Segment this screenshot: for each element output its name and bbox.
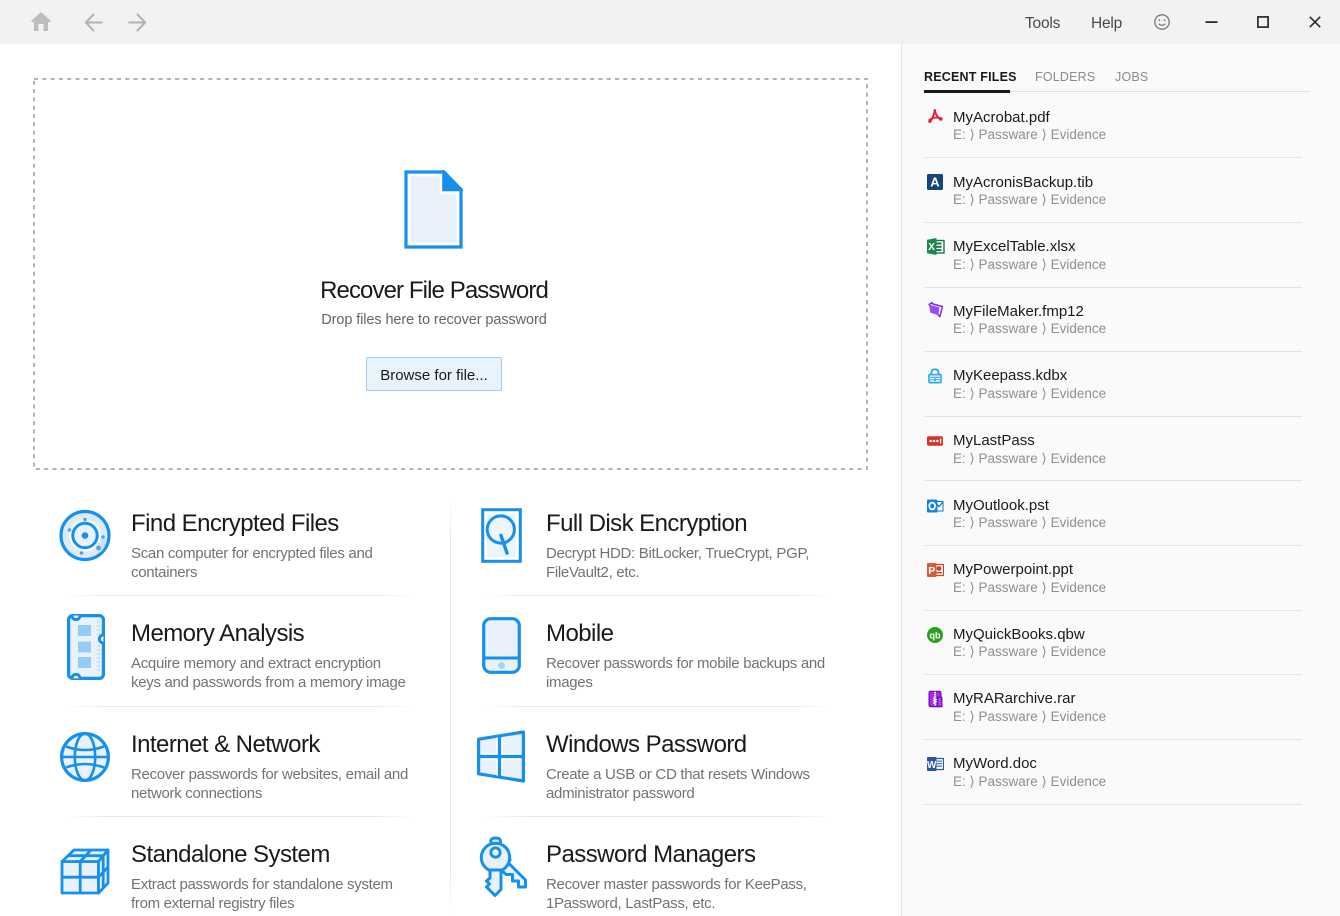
svg-text:X: X — [928, 242, 935, 253]
svg-text:A: A — [930, 175, 940, 190]
svg-text:W: W — [927, 760, 937, 771]
svg-text:P: P — [928, 565, 935, 577]
svg-text:qb: qb — [930, 630, 941, 640]
